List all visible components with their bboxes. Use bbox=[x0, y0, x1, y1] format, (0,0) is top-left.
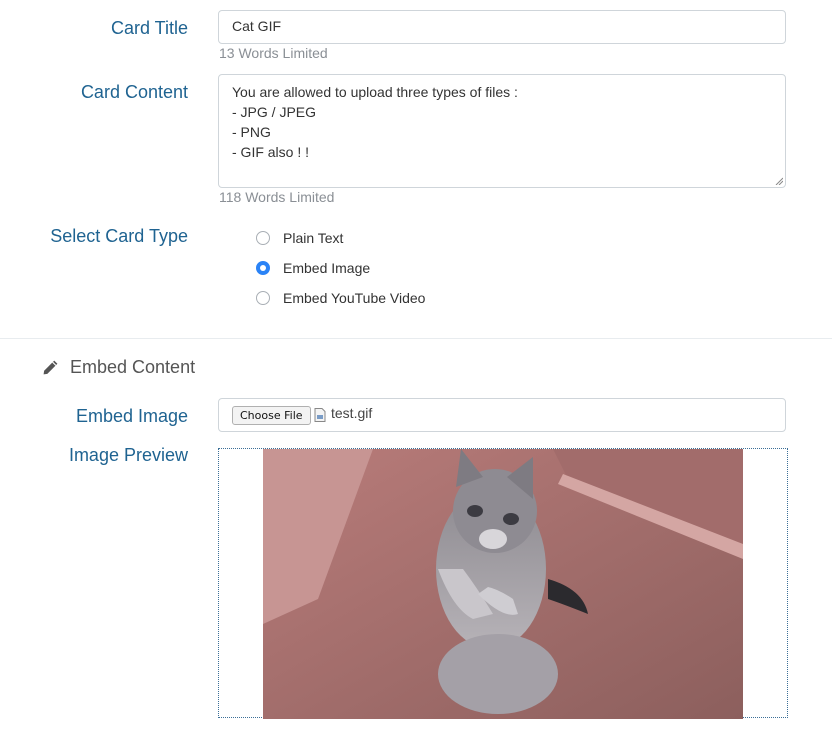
choose-file-button[interactable]: Choose File bbox=[232, 406, 311, 425]
radio-label: Plain Text bbox=[283, 230, 344, 246]
file-input[interactable]: Choose File test.gif bbox=[218, 398, 786, 432]
content-line: You are allowed to upload three types of… bbox=[232, 84, 518, 100]
section-divider bbox=[0, 338, 832, 339]
embed-content-heading: Embed Content bbox=[42, 357, 195, 378]
radio-embed-image[interactable]: Embed Image bbox=[256, 260, 370, 276]
file-name: test.gif bbox=[331, 405, 373, 421]
image-preview-label: Image Preview bbox=[68, 445, 188, 465]
radio-embed-youtube[interactable]: Embed YouTube Video bbox=[256, 290, 425, 306]
radio-button[interactable] bbox=[256, 291, 270, 305]
content-line: - JPG / JPEG bbox=[232, 104, 317, 120]
content-line: - GIF also ! ! bbox=[232, 144, 310, 160]
radio-label: Embed YouTube Video bbox=[283, 290, 426, 306]
pencil-icon bbox=[43, 360, 58, 375]
card-content-hint: 118 Words Limited bbox=[219, 189, 335, 205]
radio-button-checked[interactable] bbox=[256, 261, 270, 275]
card-title-value: Cat GIF bbox=[232, 18, 282, 34]
card-title-hint: 13 Words Limited bbox=[219, 45, 328, 61]
card-title-label: Card Title bbox=[110, 18, 188, 38]
radio-button[interactable] bbox=[256, 231, 270, 245]
embed-content-title: Embed Content bbox=[70, 357, 196, 377]
image-preview bbox=[218, 448, 788, 719]
radio-label: Embed Image bbox=[283, 260, 371, 276]
radio-plain-text[interactable]: Plain Text bbox=[256, 230, 343, 246]
cat-gif-image bbox=[263, 449, 743, 719]
embed-image-label: Embed Image bbox=[75, 406, 188, 426]
card-content-textarea[interactable]: You are allowed to upload three types of… bbox=[218, 74, 786, 188]
content-line: - PNG bbox=[232, 124, 271, 140]
card-content-text: You are allowed to upload three types of… bbox=[232, 82, 518, 162]
resize-handle-icon[interactable] bbox=[775, 177, 783, 185]
card-title-input[interactable]: Cat GIF bbox=[218, 10, 786, 44]
file-icon bbox=[314, 408, 326, 422]
card-type-label: Select Card Type bbox=[50, 226, 188, 246]
card-content-label: Card Content bbox=[80, 82, 188, 102]
